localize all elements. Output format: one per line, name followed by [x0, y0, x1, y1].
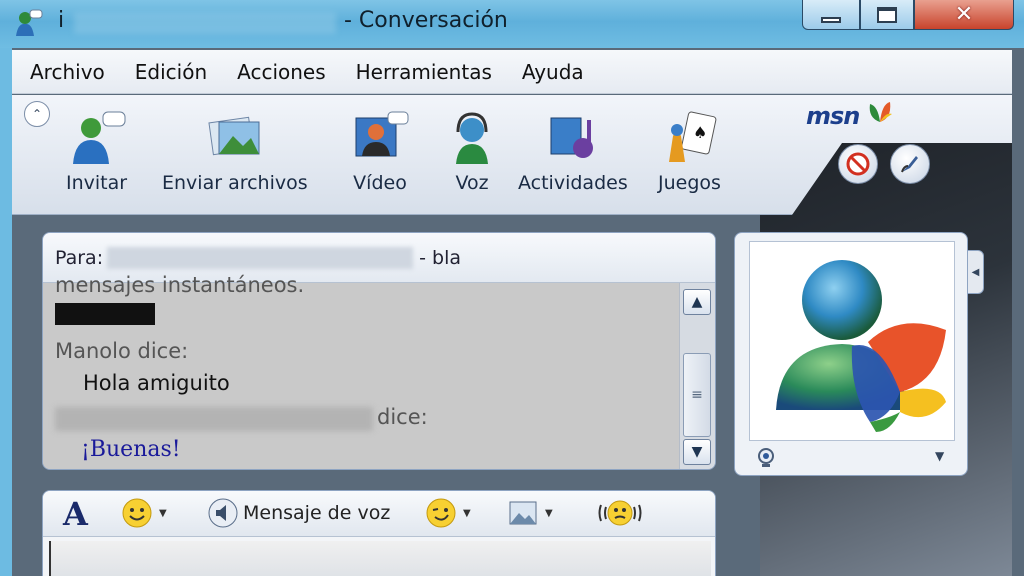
change-background-button[interactable]	[890, 144, 930, 184]
message-sender: dice:	[377, 405, 428, 429]
minimize-button[interactable]	[802, 0, 860, 30]
msn-butterfly-icon	[869, 102, 892, 122]
toolbar-games-label: Juegos	[658, 172, 721, 194]
svg-text:♠: ♠	[693, 123, 707, 142]
dropdown-arrow-icon: ▼	[545, 507, 553, 519]
to-label: Para:	[55, 246, 104, 269]
message-text: ¡Buenas!	[81, 437, 181, 462]
webcam-icon[interactable]	[755, 447, 777, 469]
collapse-toolbar-button[interactable]: ⌃	[24, 101, 50, 127]
games-icon: ♠	[659, 110, 719, 166]
window-frame	[0, 48, 12, 576]
dropdown-arrow-icon: ▼	[463, 507, 471, 519]
grip-icon: ≡	[691, 387, 703, 403]
to-suffix: - bla	[419, 246, 461, 269]
dropdown-arrow-icon: ▼	[159, 507, 167, 519]
message-text: Hola amiguito	[83, 371, 230, 395]
compose-panel: A ▼ Mensaje de voz ▼ ▼	[42, 490, 716, 576]
window-title-prefix: i	[58, 8, 65, 33]
wink-icon	[426, 498, 456, 528]
toolbar-games-button[interactable]: ♠ Juegos	[658, 110, 721, 194]
toolbar-send-files-label: Enviar archivos	[162, 172, 308, 194]
msn-buddy-avatar-icon	[776, 260, 946, 432]
dropdown-arrow-icon[interactable]: ▼	[935, 449, 944, 463]
chevron-up-down-icon: ⌃	[31, 107, 43, 121]
msn-logo: msn	[806, 102, 860, 130]
close-button[interactable]: ✕	[914, 0, 1014, 30]
redacted-sender-name	[55, 407, 373, 431]
conversation-history[interactable]: mensajes instantáneos. Manolo dice: Hola…	[43, 273, 679, 469]
font-icon[interactable]: A	[63, 495, 88, 533]
wink-button[interactable]: ▼	[425, 497, 471, 529]
toolbar-invite-button[interactable]: Invitar	[66, 110, 127, 194]
window-title: - Conversación	[344, 8, 508, 33]
nudge-icon	[598, 500, 642, 526]
chevron-up-icon: ▲	[691, 294, 703, 310]
invite-contact-icon	[67, 110, 127, 166]
messenger-app-icon[interactable]	[14, 8, 44, 38]
send-files-icon	[205, 110, 265, 166]
conversation-panel: Para: - bla mensajes instantáneos. Manol…	[42, 232, 716, 470]
message-input[interactable]	[49, 541, 711, 576]
toolbar-video-label: Vídeo	[353, 172, 407, 194]
video-icon	[350, 110, 410, 166]
display-picture-panel: ▼	[734, 232, 968, 476]
speaker-icon	[208, 498, 238, 528]
voice-headset-icon	[442, 110, 502, 166]
toolbar-activities-label: Actividades	[518, 172, 628, 194]
toolbar-video-button[interactable]: Vídeo	[350, 110, 410, 194]
redacted-text-block	[55, 303, 155, 325]
emoticon-button[interactable]: ▼	[121, 497, 167, 529]
menu-ayuda[interactable]: Ayuda	[522, 60, 584, 84]
clipped-message-line: mensajes instantáneos.	[55, 273, 305, 297]
chevron-down-icon: ▼	[691, 444, 703, 460]
picture-icon	[509, 501, 537, 525]
chevron-left-icon: ◀	[971, 266, 980, 278]
message-sender: Manolo dice:	[55, 339, 189, 363]
menu-bar: Archivo Edición Acciones Herramientas Ay…	[12, 50, 1012, 94]
background-image-button[interactable]: ▼	[507, 497, 553, 529]
activities-icon	[543, 110, 603, 166]
block-contact-button[interactable]	[838, 144, 878, 184]
scroll-down-button[interactable]: ▼	[683, 439, 711, 465]
redacted-recipient	[107, 246, 414, 269]
compose-toolbar: A ▼ Mensaje de voz ▼ ▼	[43, 491, 715, 537]
toolbar-send-files-button[interactable]: Enviar archivos	[162, 110, 308, 194]
scroll-thumb[interactable]: ≡	[683, 353, 711, 437]
toolbar-voice-label: Voz	[455, 172, 489, 194]
close-icon: ✕	[954, 2, 974, 27]
minimize-icon	[821, 16, 841, 23]
toolbar-voice-button[interactable]: Voz	[442, 110, 502, 194]
toolbar-activities-button[interactable]: Actividades	[518, 110, 628, 194]
toolbar-invite-label: Invitar	[66, 172, 128, 194]
menu-acciones[interactable]: Acciones	[237, 60, 326, 84]
menu-edicion[interactable]: Edición	[135, 60, 207, 84]
block-icon	[846, 152, 870, 176]
maximize-button[interactable]	[860, 0, 914, 30]
smiley-icon	[122, 498, 152, 528]
background-icon	[901, 156, 918, 173]
voice-clip-button[interactable]: Mensaje de voz	[207, 497, 390, 529]
maximize-icon	[877, 6, 897, 23]
scroll-up-button[interactable]: ▲	[683, 289, 711, 315]
display-picture[interactable]	[749, 241, 955, 441]
collapse-side-panel-button[interactable]: ◀	[968, 250, 984, 294]
menu-archivo[interactable]: Archivo	[30, 60, 105, 84]
voice-clip-label: Mensaje de voz	[243, 502, 391, 524]
nudge-button[interactable]	[597, 497, 643, 529]
menu-herramientas[interactable]: Herramientas	[356, 60, 492, 84]
title-bar[interactable]: i - Conversación ✕	[0, 0, 1024, 48]
redacted-contact-name	[74, 12, 336, 34]
conversation-scrollbar[interactable]: ▲ ≡ ▼	[679, 283, 715, 469]
